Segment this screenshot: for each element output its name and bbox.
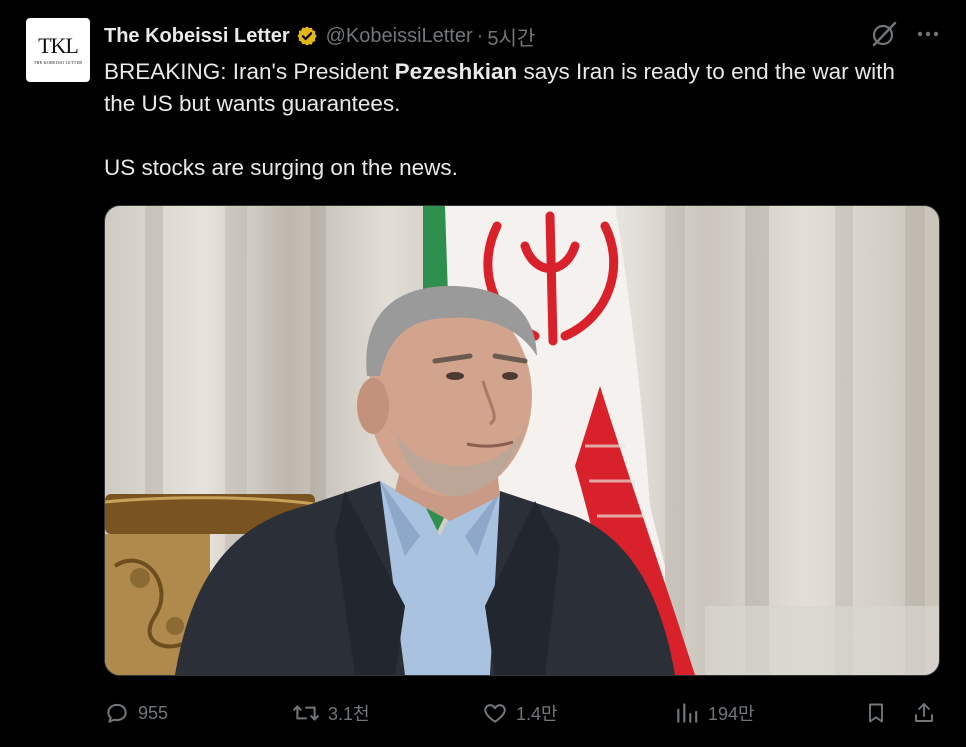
tweet-text: BREAKING: Iran's President Pezeshkian sa… <box>104 56 924 184</box>
share-button[interactable] <box>912 696 936 730</box>
reply-button[interactable]: 955 <box>104 696 168 730</box>
views-count: 194만 <box>708 704 755 724</box>
tweet-paragraph-1: BREAKING: Iran's President Pezeshkian sa… <box>104 56 924 120</box>
repost-icon <box>293 705 319 721</box>
avatar-monogram: TKL <box>38 33 79 58</box>
author-handle[interactable]: @KobeissiLetter <box>326 25 473 48</box>
tweet-top-actions <box>870 20 940 48</box>
verified-badge-icon[interactable] <box>296 25 318 47</box>
like-count: 1.4만 <box>516 704 558 724</box>
tweet-time[interactable]: 5시간 <box>487 22 535 51</box>
heart-icon <box>484 704 506 723</box>
author-name[interactable]: The Kobeissi Letter <box>104 25 290 48</box>
like-button[interactable]: 1.4만 <box>482 696 558 730</box>
tweet-actions-bar: 955 3.1천 1.4만 194만 <box>104 696 938 730</box>
tweet-header: The Kobeissi Letter @KobeissiLetter · 5시… <box>104 20 535 52</box>
tweet-paragraph-2: US stocks are surging on the news. <box>104 155 458 180</box>
text-bold-name: Pezeshkian <box>394 59 518 84</box>
tweet-photo[interactable] <box>104 205 940 676</box>
repost-count: 3.1천 <box>328 704 370 724</box>
bookmark-button[interactable] <box>864 696 888 730</box>
separator-dot: · <box>476 24 484 47</box>
share-icon <box>915 703 933 722</box>
views-button[interactable]: 194만 <box>674 696 755 730</box>
grok-icon[interactable] <box>870 20 898 48</box>
avatar-subtext: THE KOBEISSI LETTER <box>33 60 83 65</box>
more-icon[interactable] <box>916 22 940 46</box>
photo-illustration <box>105 206 939 675</box>
reply-icon <box>107 703 127 723</box>
repost-button[interactable]: 3.1천 <box>292 696 370 730</box>
reply-count: 955 <box>138 702 169 723</box>
text-prefix: BREAKING: Iran's President <box>104 59 395 84</box>
avatar[interactable]: TKL THE KOBEISSI LETTER <box>26 18 90 82</box>
bookmark-icon <box>869 703 883 723</box>
views-icon <box>677 703 698 723</box>
